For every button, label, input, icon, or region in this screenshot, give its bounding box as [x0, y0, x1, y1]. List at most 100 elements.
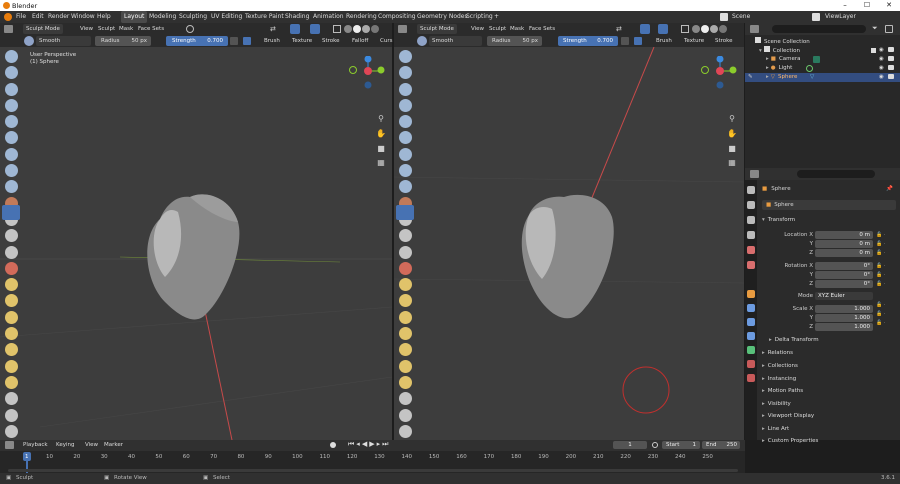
thumb-brush-icon[interactable]	[399, 343, 412, 357]
material-shading-icon[interactable]	[362, 25, 370, 33]
lock-icon[interactable]: 🔓 ·	[876, 262, 896, 271]
navigation-gizmo-right[interactable]	[697, 56, 742, 116]
menu-playback[interactable]: Playback	[21, 440, 50, 450]
end-frame-field[interactable]: End 250	[702, 441, 740, 449]
texture-tab-icon[interactable]	[747, 374, 755, 382]
visibility-eye-icon[interactable]: ◉	[879, 46, 884, 55]
gizmo-toggle-icon[interactable]	[640, 24, 650, 34]
gizmo-toggle-icon[interactable]	[290, 24, 300, 34]
elastic-deform-brush-icon[interactable]	[399, 310, 412, 324]
brush-selector[interactable]: Smooth	[429, 36, 482, 46]
workspace-tab-modeling[interactable]: Modeling	[146, 11, 179, 23]
menu-view[interactable]: View	[469, 24, 486, 34]
smooth-brush-active-icon[interactable]	[2, 205, 20, 220]
layer-brush-icon[interactable]	[399, 131, 412, 145]
workspace-tab-layout[interactable]: Layout	[121, 11, 148, 23]
visibility-eye-icon[interactable]: ◉	[879, 64, 884, 73]
visibility-eye-icon[interactable]: ◉	[879, 55, 884, 64]
panel-custom-properties[interactable]: ▸ Custom Properties	[762, 435, 896, 444]
outliner-row-collection[interactable]: ▾ Collection ◉	[759, 46, 895, 55]
brush-dropdown[interactable]: Brush	[654, 36, 674, 46]
gizmo-neg-z-axis[interactable]	[716, 81, 724, 89]
solid-shading-icon[interactable]	[701, 25, 709, 33]
multiplane-scrape-brush-icon[interactable]	[5, 261, 18, 275]
workspace-tab-sculpting[interactable]: Sculpting	[176, 11, 210, 23]
transform-icon[interactable]: ⇄	[616, 25, 626, 33]
start-frame-field[interactable]: Start 1	[662, 441, 700, 449]
blob-brush-icon[interactable]	[399, 164, 412, 178]
panel-viewport-display[interactable]: ▸ Viewport Display	[762, 410, 896, 423]
filter-icon[interactable]: ⏷	[872, 24, 878, 33]
menu-view[interactable]: View	[83, 440, 100, 450]
workspace-tab-animation[interactable]: Animation	[310, 11, 347, 23]
mode-selector[interactable]: Sculpt Mode	[417, 24, 457, 34]
scrape-brush-icon[interactable]	[5, 245, 18, 259]
wireframe-shading-icon[interactable]	[344, 25, 352, 33]
nudge-brush-icon[interactable]	[399, 375, 412, 389]
scrape-brush-icon[interactable]	[399, 245, 412, 259]
stroke-dropdown[interactable]: Stroke	[713, 36, 735, 46]
outliner-row-light[interactable]: ▸ ● Light ◉	[766, 64, 895, 73]
scene-tab-icon[interactable]	[747, 246, 755, 254]
layer-brush-icon[interactable]	[5, 131, 18, 145]
slide-relax-brush-icon[interactable]	[399, 408, 412, 422]
camera-view-icon[interactable]: ■	[727, 144, 737, 154]
fill-brush-icon[interactable]	[399, 229, 412, 243]
clay-strips-brush-icon[interactable]	[399, 98, 412, 112]
lock-icon[interactable]: 🔓 ·	[876, 249, 896, 258]
transform-panel-header[interactable]: ▾ Transform	[762, 214, 896, 227]
direction-icon[interactable]	[634, 37, 642, 45]
viewlayer-selector[interactable]: ViewLayer	[822, 11, 859, 23]
timeline-editor[interactable]: Playback Keying View Marker ⏮◂◀▶▸⏭ 1 Sta…	[0, 440, 745, 473]
draw-sharp-brush-icon[interactable]	[5, 66, 18, 80]
menu-sculpt[interactable]: Sculpt	[487, 24, 508, 34]
physics-tab-icon[interactable]	[747, 332, 755, 340]
brush-selector[interactable]: Smooth	[36, 36, 91, 46]
clay-thumb-brush-icon[interactable]	[5, 115, 18, 129]
properties-search-input[interactable]	[797, 170, 875, 178]
viewport-right[interactable]: Sculpt Mode View Sculpt Mask Face Sets ⇄…	[394, 23, 744, 440]
ortho-grid-icon[interactable]: ▦	[376, 158, 386, 168]
draw-brush-icon[interactable]	[399, 50, 412, 63]
pan-hand-icon[interactable]: ✋	[376, 129, 386, 139]
pivot-icon[interactable]	[186, 25, 194, 33]
scale-y-field[interactable]: 1.000	[815, 314, 873, 322]
edit-mode-icon[interactable]: ✎	[748, 73, 753, 82]
gizmo-z-axis[interactable]	[716, 56, 724, 63]
boundary-brush-icon[interactable]	[399, 424, 412, 438]
outliner-row-scene-collection[interactable]: Scene Collection	[755, 37, 895, 46]
modifier-tab-icon[interactable]	[747, 304, 755, 312]
slide-relax-brush-icon[interactable]	[5, 408, 18, 422]
render-tab-icon[interactable]	[747, 201, 755, 209]
menu-help[interactable]: Help	[94, 11, 114, 23]
menu-face-sets[interactable]: Face Sets	[527, 24, 557, 34]
gizmo-neg-y-axis[interactable]	[349, 66, 357, 74]
viewlayer-icon[interactable]	[812, 13, 820, 21]
panel-relations[interactable]: ▸ Relations	[762, 347, 896, 360]
data-tab-icon[interactable]	[747, 346, 755, 354]
brush-dropdown[interactable]: Brush	[262, 36, 282, 46]
visibility-eye-icon[interactable]: ◉	[879, 73, 884, 82]
brush-thumbnail-icon[interactable]	[417, 36, 427, 46]
mode-selector[interactable]: Sculpt Mode	[23, 24, 63, 34]
clay-brush-icon[interactable]	[5, 82, 18, 96]
transform-icon[interactable]: ⇄	[270, 25, 280, 33]
add-workspace-button[interactable]: +	[491, 11, 502, 23]
panel-motion-paths[interactable]: ▸ Motion Paths	[762, 385, 896, 398]
location-z-field[interactable]: 0 m	[815, 249, 873, 257]
location-y-field[interactable]: 0 m	[815, 240, 873, 248]
lock-icon[interactable]: 🔓 ·	[876, 310, 896, 319]
scene-icon[interactable]	[720, 13, 728, 21]
panel-collections[interactable]: ▸ Collections	[762, 360, 896, 373]
outliner-row-camera[interactable]: ▸ ■ Camera ◉	[766, 55, 895, 64]
menu-mask[interactable]: Mask	[508, 24, 526, 34]
inflate-brush-icon[interactable]	[399, 147, 412, 161]
gizmo-neg-z-axis[interactable]	[364, 81, 372, 89]
strength-slider[interactable]: Strength 0.700	[558, 36, 618, 46]
grab-brush-icon[interactable]	[399, 294, 412, 308]
clock-icon[interactable]	[652, 442, 658, 448]
radius-slider[interactable]: Radius 50 px	[95, 36, 151, 46]
clay-strips-brush-icon[interactable]	[5, 98, 18, 112]
playback-controls[interactable]: ⏮◂◀▶▸⏭	[348, 440, 390, 449]
multiplane-scrape-brush-icon[interactable]	[399, 261, 412, 275]
